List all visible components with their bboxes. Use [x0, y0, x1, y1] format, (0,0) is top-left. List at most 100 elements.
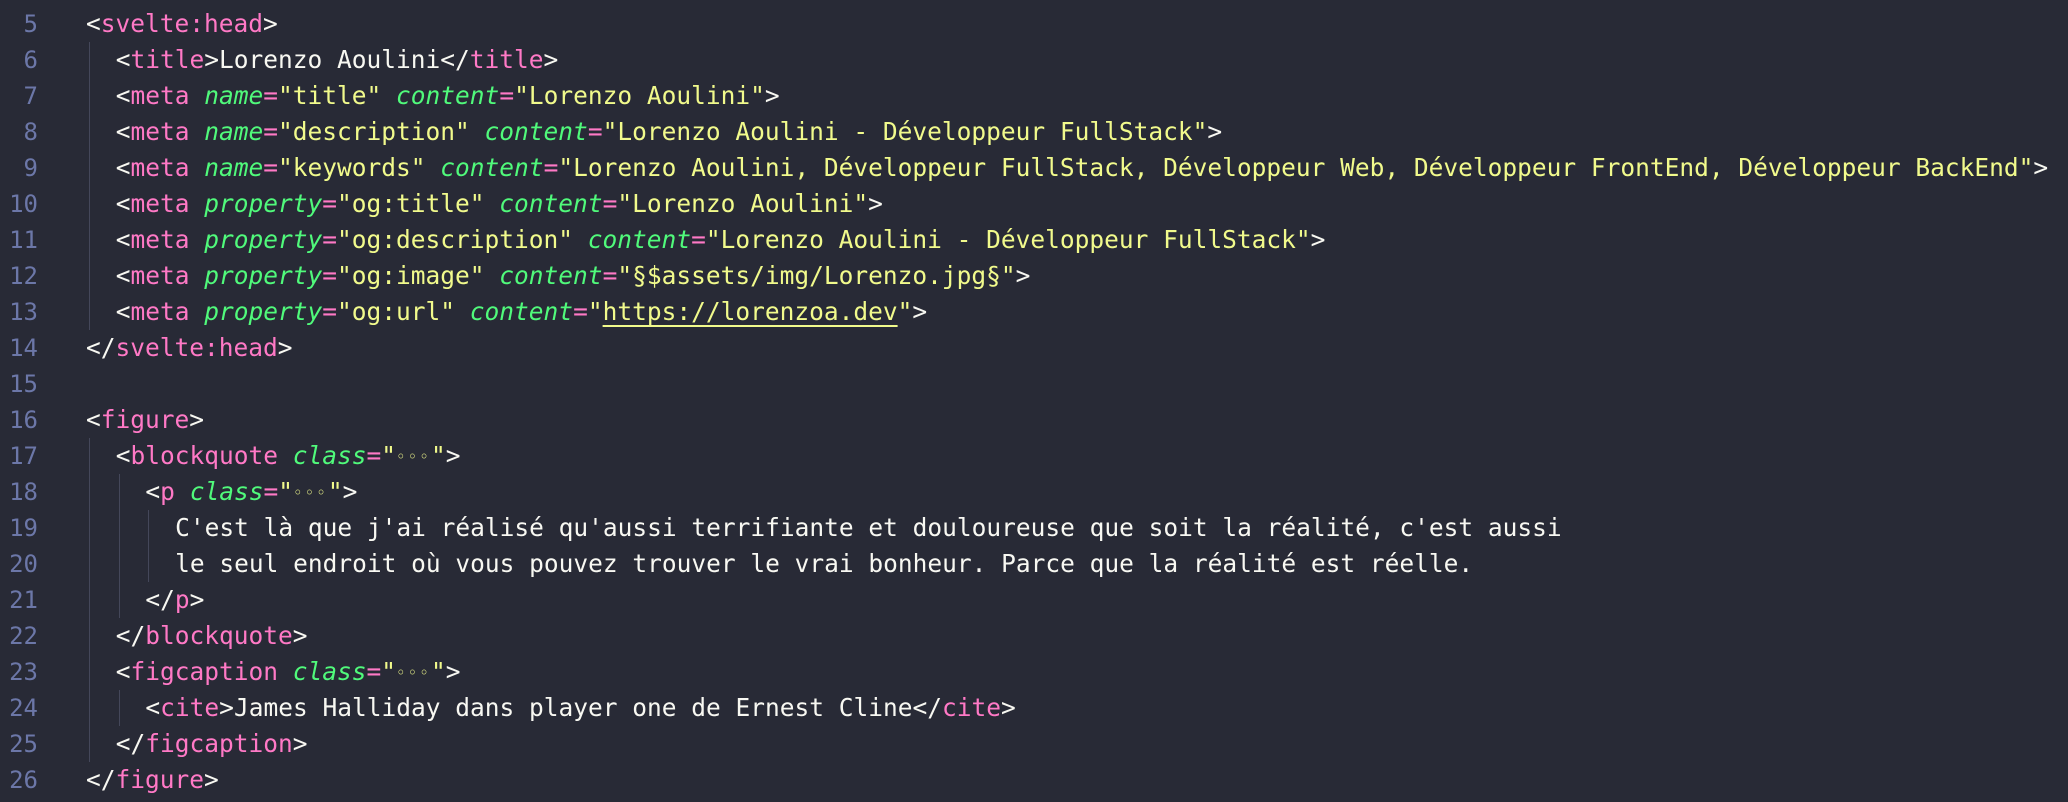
- url-link[interactable]: https://lorenzoa.dev: [603, 297, 898, 326]
- tag-name-token: svelte:head: [115, 333, 278, 362]
- string-token: "keywords": [278, 153, 426, 182]
- indent-guide: [148, 510, 150, 546]
- code-line[interactable]: 25 </figcaption>: [0, 726, 2068, 762]
- line-number: 5: [23, 10, 38, 38]
- attribute-name-token: class: [292, 441, 367, 470]
- code-line[interactable]: 15: [0, 366, 2068, 402]
- code-line[interactable]: 21 </p>: [0, 582, 2068, 618]
- line-number: 21: [9, 586, 38, 614]
- string-token: ": [897, 297, 913, 326]
- code-line[interactable]: 23 <figcaption class="◦◦◦">: [0, 654, 2068, 690]
- attribute-name-token: class: [189, 477, 264, 506]
- attribute-name-token: name: [204, 81, 264, 110]
- code-text: </figure>: [86, 762, 219, 798]
- folded-value-icon[interactable]: ◦◦◦: [293, 483, 328, 502]
- line-number: 25: [9, 730, 38, 758]
- operator-token: =: [499, 81, 515, 110]
- code-line[interactable]: 18 <p class="◦◦◦">: [0, 474, 2068, 510]
- string-token: "Lorenzo Aoulini, Développeur FullStack,…: [558, 153, 2034, 182]
- code-line[interactable]: 16 <figure>: [0, 402, 2068, 438]
- punctuation-token: <: [86, 405, 101, 434]
- punctuation-token: <: [115, 225, 131, 254]
- indent-guide: [89, 78, 90, 114]
- punctuation-token: </: [912, 693, 942, 722]
- punctuation-token: >: [263, 9, 278, 38]
- string-token: "og:title": [337, 189, 485, 218]
- attribute-name-token: property: [204, 261, 323, 290]
- tag-name-token: cite: [160, 693, 220, 722]
- line-number: 6: [23, 46, 38, 74]
- code-text: <meta property="og:url" content="https:/…: [116, 294, 927, 330]
- punctuation-token: [485, 261, 500, 290]
- attribute-name-token: property: [204, 225, 323, 254]
- code-line[interactable]: 14 </svelte:head>: [0, 330, 2068, 366]
- code-text: <figure>: [86, 402, 204, 438]
- tag-name-token: p: [174, 585, 190, 614]
- line-number: 12: [9, 262, 38, 290]
- indent-guide: [89, 222, 90, 258]
- punctuation-token: [470, 117, 485, 146]
- punctuation-token: >: [292, 729, 308, 758]
- punctuation-token: >: [764, 81, 780, 110]
- code-text: C'est là que j'ai réalisé qu'aussi terri…: [175, 510, 1562, 546]
- punctuation-token: </: [115, 621, 146, 650]
- string-token: ": [327, 477, 343, 506]
- code-line[interactable]: 13 <meta property="og:url" content="https…: [0, 294, 2068, 330]
- punctuation-token: >: [219, 693, 234, 722]
- line-number: 24: [9, 694, 38, 722]
- line-number: 26: [9, 766, 38, 794]
- folded-value-icon[interactable]: ◦◦◦: [396, 663, 431, 682]
- punctuation-token: [455, 297, 470, 326]
- attribute-name-token: content: [499, 261, 603, 290]
- tag-name-token: blockquote: [145, 621, 293, 650]
- code-line[interactable]: 12 <meta property="og:image" content="§$a…: [0, 258, 2068, 294]
- tag-name-token: p: [160, 477, 175, 506]
- code-editor[interactable]: 5 <svelte:head> 6 <title>Lorenzo Aoulini</t…: [0, 0, 2068, 802]
- tag-name-token: meta: [130, 81, 190, 110]
- punctuation-token: <: [115, 657, 131, 686]
- code-line[interactable]: 11 <meta property="og:description" conten…: [0, 222, 2068, 258]
- operator-token: =: [543, 153, 559, 182]
- code-line[interactable]: 20 le seul endroit où vous pouvez trouver…: [0, 546, 2068, 582]
- code-line[interactable]: 26 </figure>: [0, 762, 2068, 798]
- tag-name-token: figcaption: [145, 729, 293, 758]
- punctuation-token: </: [115, 729, 146, 758]
- operator-token: =: [366, 657, 382, 686]
- attribute-name-token: content: [587, 225, 692, 254]
- string-token: ": [587, 297, 603, 326]
- string-token: ": [381, 657, 397, 686]
- line-number: 10: [9, 190, 38, 218]
- string-token: "og:image": [337, 261, 485, 290]
- string-token: "og:url": [337, 297, 456, 326]
- indent-guide: [89, 258, 90, 294]
- code-line[interactable]: 22 </blockquote>: [0, 618, 2068, 654]
- code-line[interactable]: 5 <svelte:head>: [0, 6, 2068, 42]
- indent-guide: [89, 726, 90, 762]
- operator-token: =: [322, 261, 338, 290]
- operator-token: =: [322, 225, 338, 254]
- tag-name-token: title: [130, 45, 205, 74]
- code-line[interactable]: 19 C'est là que j'ai réalisé qu'aussi ter…: [0, 510, 2068, 546]
- folded-value-icon[interactable]: ◦◦◦: [396, 447, 431, 466]
- punctuation-token: </: [86, 765, 116, 794]
- code-line[interactable]: 7 <meta name="title" content="Lorenzo Aou…: [0, 78, 2068, 114]
- punctuation-token: >: [1000, 693, 1016, 722]
- code-text: </svelte:head>: [86, 330, 293, 366]
- string-token: "Lorenzo Aoulini - Développeur FullStack…: [705, 225, 1311, 254]
- attribute-name-token: content: [440, 153, 544, 182]
- indent-guide: [89, 654, 90, 690]
- indent-guide: [89, 438, 90, 474]
- code-text: <meta name="description" content="Lorenz…: [116, 114, 1222, 150]
- code-line[interactable]: 9 <meta name="keywords" content="Lorenzo …: [0, 150, 2068, 186]
- code-text: <title>Lorenzo Aoulini</title>: [116, 42, 559, 78]
- code-line[interactable]: 8 <meta name="description" content="Loren…: [0, 114, 2068, 150]
- code-line[interactable]: 6 <title>Lorenzo Aoulini</title>: [0, 42, 2068, 78]
- punctuation-token: [189, 261, 204, 290]
- punctuation-token: <: [115, 261, 131, 290]
- tag-name-token: blockquote: [130, 441, 278, 470]
- code-line[interactable]: 10 <meta property="og:title" content="Lor…: [0, 186, 2068, 222]
- code-line[interactable]: 17 <blockquote class="◦◦◦">: [0, 438, 2068, 474]
- code-line[interactable]: 24 <cite>James Halliday dans player one d…: [0, 690, 2068, 726]
- indent-guide: [89, 690, 90, 726]
- tag-name-token: figure: [115, 765, 205, 794]
